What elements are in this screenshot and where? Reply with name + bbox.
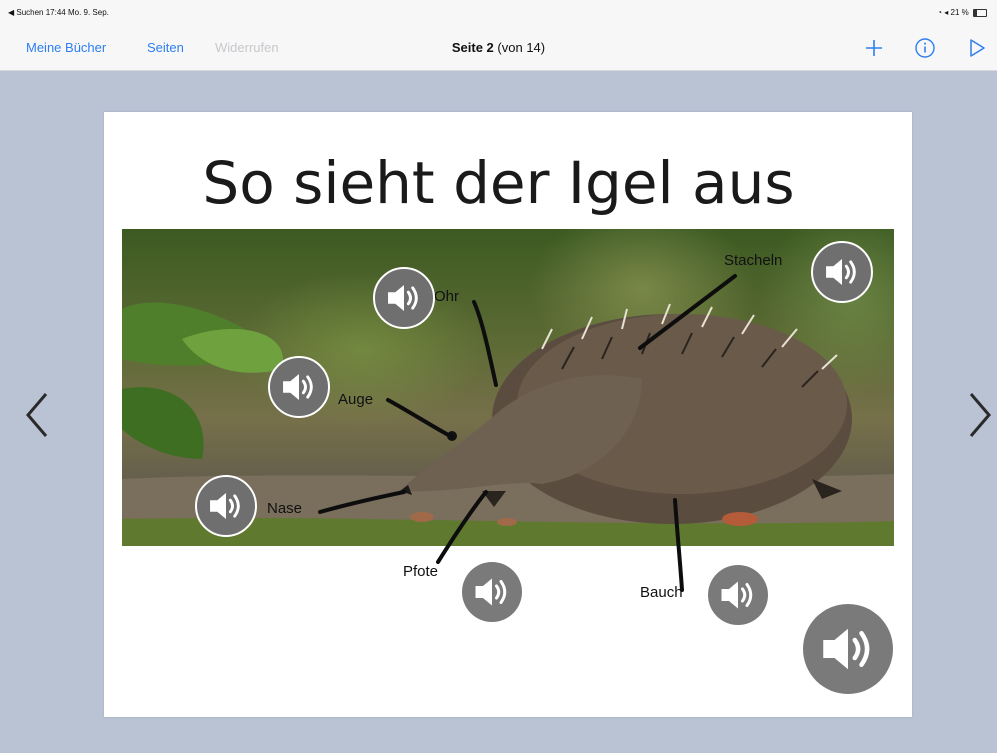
page-title: So sieht der Igel aus (202, 149, 795, 217)
top-bar: ◀ Suchen 17:44 Mo. 9. Sep. ◔ ◂ 21 % Mein… (0, 0, 997, 71)
status-bar-left: ◀ Suchen 17:44 Mo. 9. Sep. (8, 8, 109, 17)
sound-button-auge[interactable] (268, 356, 330, 418)
info-button[interactable] (913, 36, 937, 60)
my-books-button[interactable]: Meine Bücher (26, 40, 106, 55)
speaker-icon (721, 581, 753, 609)
page-label: Seite 2 (451, 40, 494, 55)
info-icon (915, 38, 935, 58)
battery-icon (973, 8, 987, 17)
speaker-icon (826, 258, 856, 286)
sound-button-page[interactable] (803, 604, 893, 694)
chevron-right-icon (969, 393, 991, 437)
pages-button[interactable]: Seiten (147, 40, 184, 55)
label-auge: Auge (338, 391, 374, 408)
speaker-icon (475, 578, 507, 606)
plus-icon (866, 40, 882, 56)
battery-percent: 21 % (950, 8, 969, 17)
label-pfote: Pfote (403, 563, 439, 580)
page-count: (von 14) (497, 40, 546, 55)
status-bar-right: ◔ ◂ 21 % (937, 8, 987, 17)
label-bauch: Bauch (640, 584, 683, 601)
wifi-icon: ◔ ◂ (937, 8, 949, 17)
sound-button-bauch[interactable] (708, 565, 768, 625)
add-button[interactable] (862, 36, 886, 60)
label-ohr: Ohr (434, 288, 460, 305)
previous-page-button[interactable] (22, 390, 52, 440)
play-icon (970, 39, 985, 57)
sound-button-nase[interactable] (195, 475, 257, 537)
label-stacheln: Stacheln (724, 252, 783, 269)
speaker-icon (283, 373, 313, 401)
label-nase: Nase (267, 500, 303, 517)
speaker-icon (388, 284, 418, 312)
undo-button[interactable]: Widerrufen (215, 40, 279, 55)
play-button[interactable] (965, 36, 989, 60)
sound-button-stacheln[interactable] (811, 241, 873, 303)
speaker-icon (823, 628, 870, 670)
chevron-left-icon (26, 393, 48, 437)
next-page-button[interactable] (965, 390, 995, 440)
sound-button-ohr[interactable] (373, 267, 435, 329)
speaker-icon (210, 492, 240, 520)
sound-button-pfote[interactable] (462, 562, 522, 622)
